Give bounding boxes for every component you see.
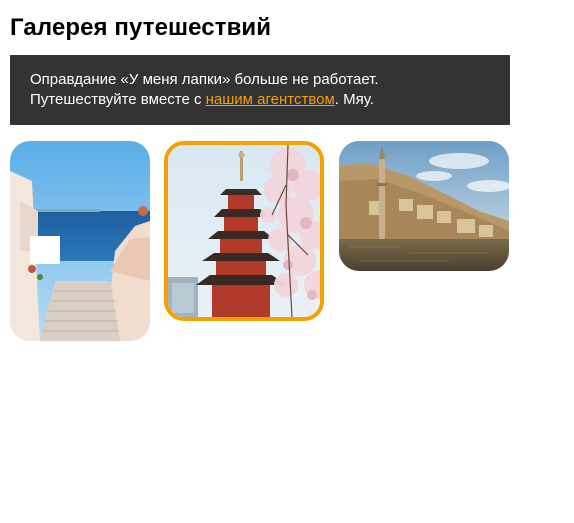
minaret-photo <box>339 141 509 271</box>
promo-banner: Оправдание «У меня лапки» больше не рабо… <box>10 55 510 125</box>
santorini-photo <box>10 141 150 341</box>
gallery-image-minaret[interactable] <box>339 141 509 271</box>
agency-link[interactable]: нашим агентством <box>206 91 335 108</box>
photo-gallery <box>10 141 530 351</box>
pagoda-photo <box>168 145 320 317</box>
banner-line-2-prefix: Путешествуйте вместе с <box>30 91 206 108</box>
banner-line-2-suffix: . Мяу. <box>334 91 374 108</box>
page-title: Галерея путешествий <box>10 14 272 41</box>
gallery-image-santorini[interactable] <box>10 141 150 341</box>
gallery-image-pagoda[interactable] <box>164 141 324 321</box>
banner-line-1: Оправдание «У меня лапки» больше не рабо… <box>30 71 379 88</box>
page: Галерея путешествий Оправдание «У меня л… <box>0 0 574 523</box>
banner-line-2: Путешествуйте вместе с нашим агентством.… <box>30 90 490 110</box>
